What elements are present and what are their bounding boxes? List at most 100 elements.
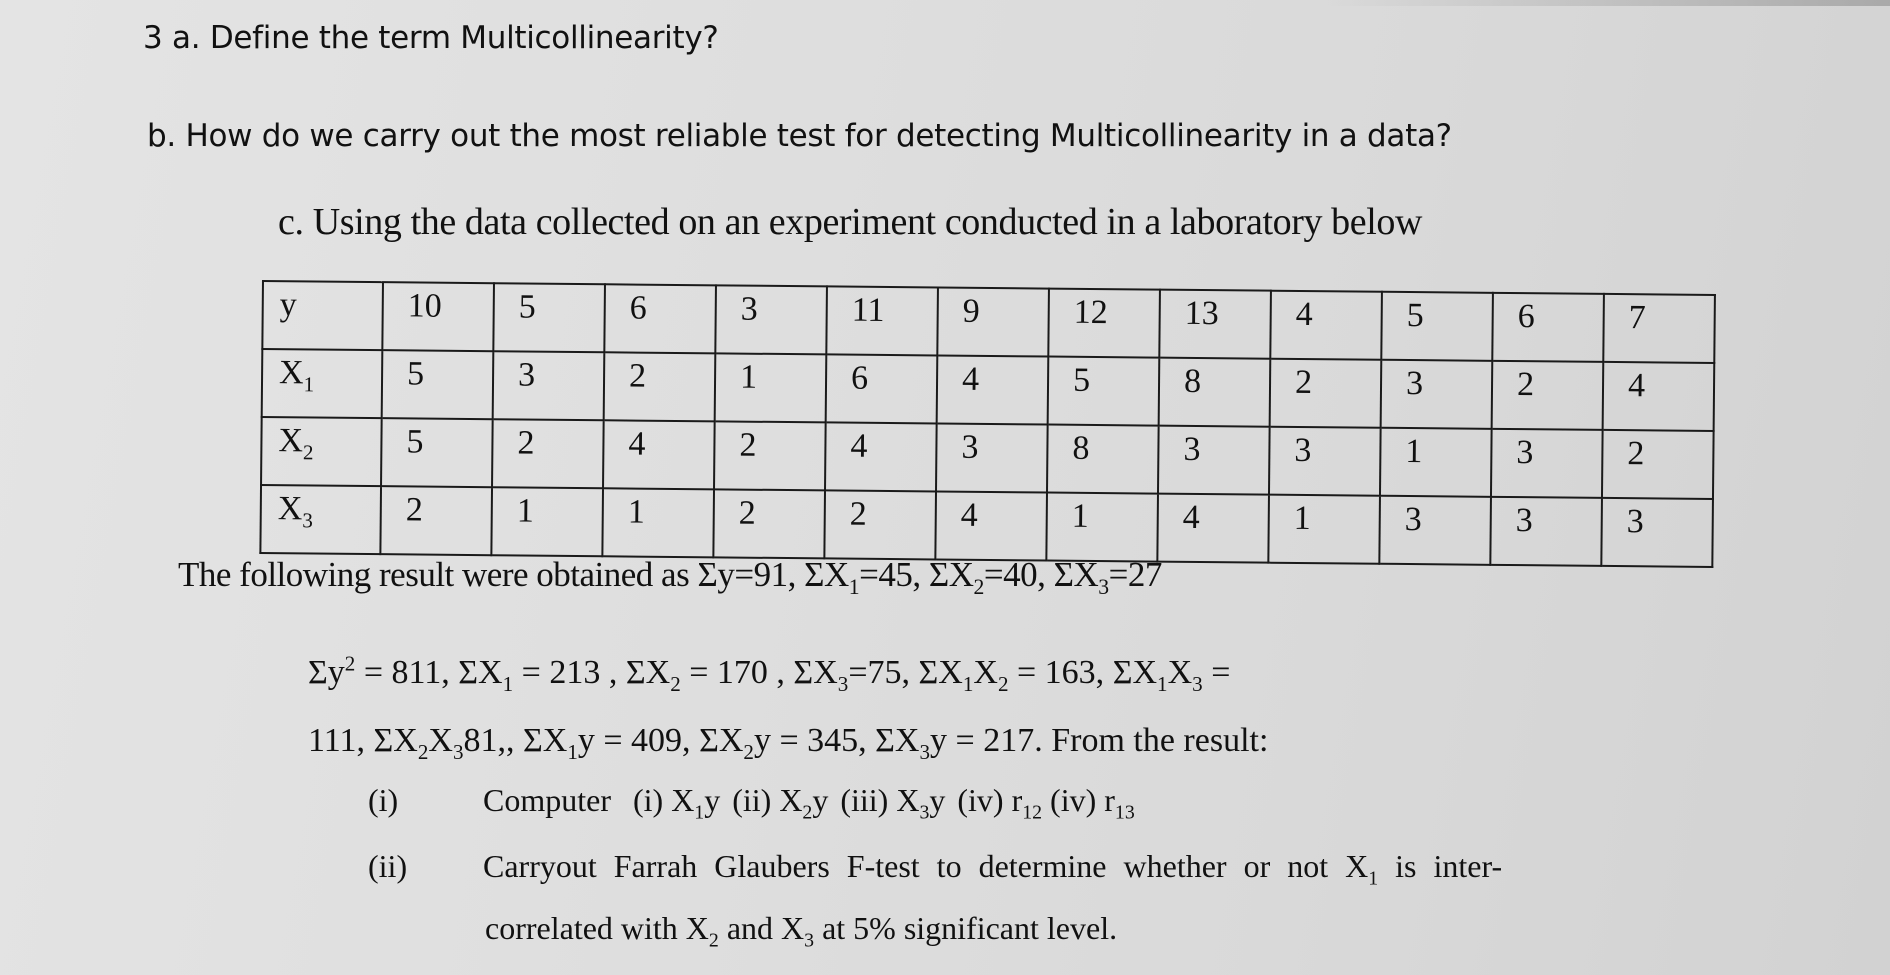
part-x1y: (i) X1y: [632, 782, 721, 822]
table-cell: 6: [825, 354, 938, 424]
part-x2y-var: X: [779, 782, 803, 818]
sum-x2x3-subscript-1: 2: [417, 739, 429, 764]
table-cell: 2: [1269, 358, 1382, 428]
table-cell: 2: [713, 489, 826, 559]
part-x1y-y: y: [704, 782, 721, 818]
subquestion-ii-x3-subscript: 3: [804, 929, 815, 952]
sum-y: Σy=91,: [697, 555, 796, 594]
table-cell: 5: [381, 350, 494, 420]
part-x3y-subscript: 3: [919, 801, 930, 824]
table-cell: 1: [491, 487, 604, 557]
subquestion-i-text: Computer (i) X1y (ii) X2y (iii) X3y (iv) r12…: [483, 782, 1135, 822]
screen-edge-shadow: [0, 0, 1890, 6]
results-intro: The following result were obtained as: [178, 555, 690, 594]
sum-x1x2-symbol: ΣX: [918, 654, 963, 691]
variable-name: X: [278, 354, 304, 392]
sum-x2sq-value: = 170 ,: [680, 654, 794, 691]
part-x3y: (iii) X3y: [840, 782, 945, 822]
table-cell: 7: [1603, 293, 1715, 363]
variable-name: X: [278, 422, 304, 460]
part-r12-subscript: 12: [1022, 801, 1043, 824]
subquestion-ii-x2: X: [685, 910, 709, 946]
from-the-result-text: From the result:: [1042, 722, 1269, 759]
sum-x2-value: =40,: [983, 555, 1046, 594]
part-x2y-y: y: [812, 782, 829, 818]
sum-x3-value: =27: [1108, 555, 1163, 594]
sum-x1-subscript: 1: [848, 575, 860, 599]
table-cell: 6: [604, 284, 716, 354]
table-cell: 4: [1157, 493, 1269, 563]
part-r12-label: (iv): [957, 782, 1012, 818]
sum-x1-squared: ΣX1 = 213 ,: [458, 654, 626, 694]
table-cell: 1: [714, 353, 827, 423]
part-x1y-label: (i): [632, 782, 672, 818]
table-cell: 5: [381, 418, 493, 488]
question-b-label: b.: [147, 118, 176, 154]
table-cell: 5: [493, 283, 605, 353]
sum-x1x3-subscript-2: 3: [1192, 671, 1203, 696]
sum-x2: ΣX2=40,: [928, 555, 1046, 598]
table-cell: 9: [937, 287, 1049, 357]
table-cell: 2: [714, 421, 826, 491]
row-variable-label: X1: [261, 349, 383, 419]
sum-x2x3-subscript-2: 3: [452, 739, 464, 764]
sum-x1x2-subscript-2: 2: [997, 671, 1009, 696]
sum-x1-value: =45,: [859, 555, 921, 594]
sum-x3-symbol: ΣX: [1053, 555, 1099, 594]
part-r13: (iv) r13: [1050, 782, 1135, 822]
sum-x3y-subscript: 3: [919, 739, 931, 764]
sum-y-squared-value: = 811,: [355, 654, 459, 691]
sum-x1x2-value: = 163,: [1008, 654, 1113, 691]
sum-x3: ΣX3=27: [1053, 555, 1163, 598]
part-r12-var: r: [1011, 782, 1023, 818]
variable-subscript: 3: [302, 508, 313, 533]
table-cell: 2: [1491, 360, 1604, 430]
sum-x2x3-x: X: [428, 722, 453, 759]
table-cell: 1: [602, 488, 715, 558]
question-number: 3: [143, 20, 163, 56]
sum-x1x2: ΣX1X2 = 163,: [918, 654, 1113, 694]
experiment-data-table: y 10 5 6 3 11 9 12 13 4 5 6 7 X1 5 3 2 1 6 4 5 8 2 3 2 4 X2 5 2 4 2 4 3 8…: [259, 280, 1716, 568]
part-x2y: (ii) X2y: [732, 782, 829, 822]
sum-x1sq-subscript: 1: [502, 671, 514, 696]
sum-x1x2-x: X: [973, 654, 998, 691]
equation-line-2: 111, ΣX2X381,, ΣX1y = 409, ΣX2y = 345, Σ…: [308, 722, 1269, 762]
sum-x3y-symbol: ΣX: [875, 722, 920, 759]
question-3c: c. Using the data collected on an experi…: [278, 200, 1422, 244]
table-cell: 10: [382, 282, 494, 352]
sum-x1: ΣX1=45,: [804, 555, 921, 598]
table-cell: 11: [826, 286, 938, 356]
table-cell: 4: [935, 491, 1047, 561]
table-cell: 3: [1490, 496, 1602, 566]
question-c-text: Using the data collected on an experimen…: [312, 201, 1423, 243]
subquestion-ii-text-pre: Carryout Farrah Glaubers F-test to deter…: [483, 848, 1346, 884]
sum-x2x3: ΣX2X381,,: [373, 722, 523, 762]
table-cell: 3: [715, 285, 827, 355]
subquestion-ii-line2-pre: correlated with: [485, 910, 686, 946]
table-cell: 3: [492, 351, 605, 421]
table-cell: 4: [936, 355, 1049, 425]
table-cell: 3: [1380, 359, 1493, 429]
sum-x2sq-subscript: 2: [670, 671, 681, 696]
sum-x3y-value: y = 217.: [930, 722, 1043, 759]
sum-x1-symbol: ΣX: [804, 555, 849, 594]
sum-x2-symbol: ΣX: [928, 555, 974, 594]
sum-x2sq-symbol: ΣX: [625, 654, 671, 691]
table-cell: 4: [1270, 290, 1382, 360]
sum-y-squared: Σy2 = 811,: [308, 653, 459, 691]
table-cell: 3: [1157, 425, 1270, 495]
table-cell: 2: [380, 486, 493, 556]
table-cell: 1: [1379, 427, 1492, 497]
question-c-label: c.: [278, 201, 304, 243]
sum-x1y-subscript: 1: [567, 739, 578, 764]
variable-subscript: 1: [303, 372, 315, 397]
sum-x3y: ΣX3y = 217.: [875, 722, 1043, 762]
question-a-label: a.: [172, 20, 201, 56]
sum-x1x3-x: X: [1167, 654, 1193, 691]
part-x1y-subscript: 1: [694, 801, 705, 824]
part-x1y-var: X: [671, 782, 695, 818]
question-3a: 3 a. Define the term Multicollinearity?: [143, 20, 719, 56]
table-cell: 4: [1602, 361, 1715, 431]
sum-x1sq-value: = 213 ,: [513, 654, 626, 691]
sum-x1x2-subscript-1: 1: [962, 671, 974, 696]
